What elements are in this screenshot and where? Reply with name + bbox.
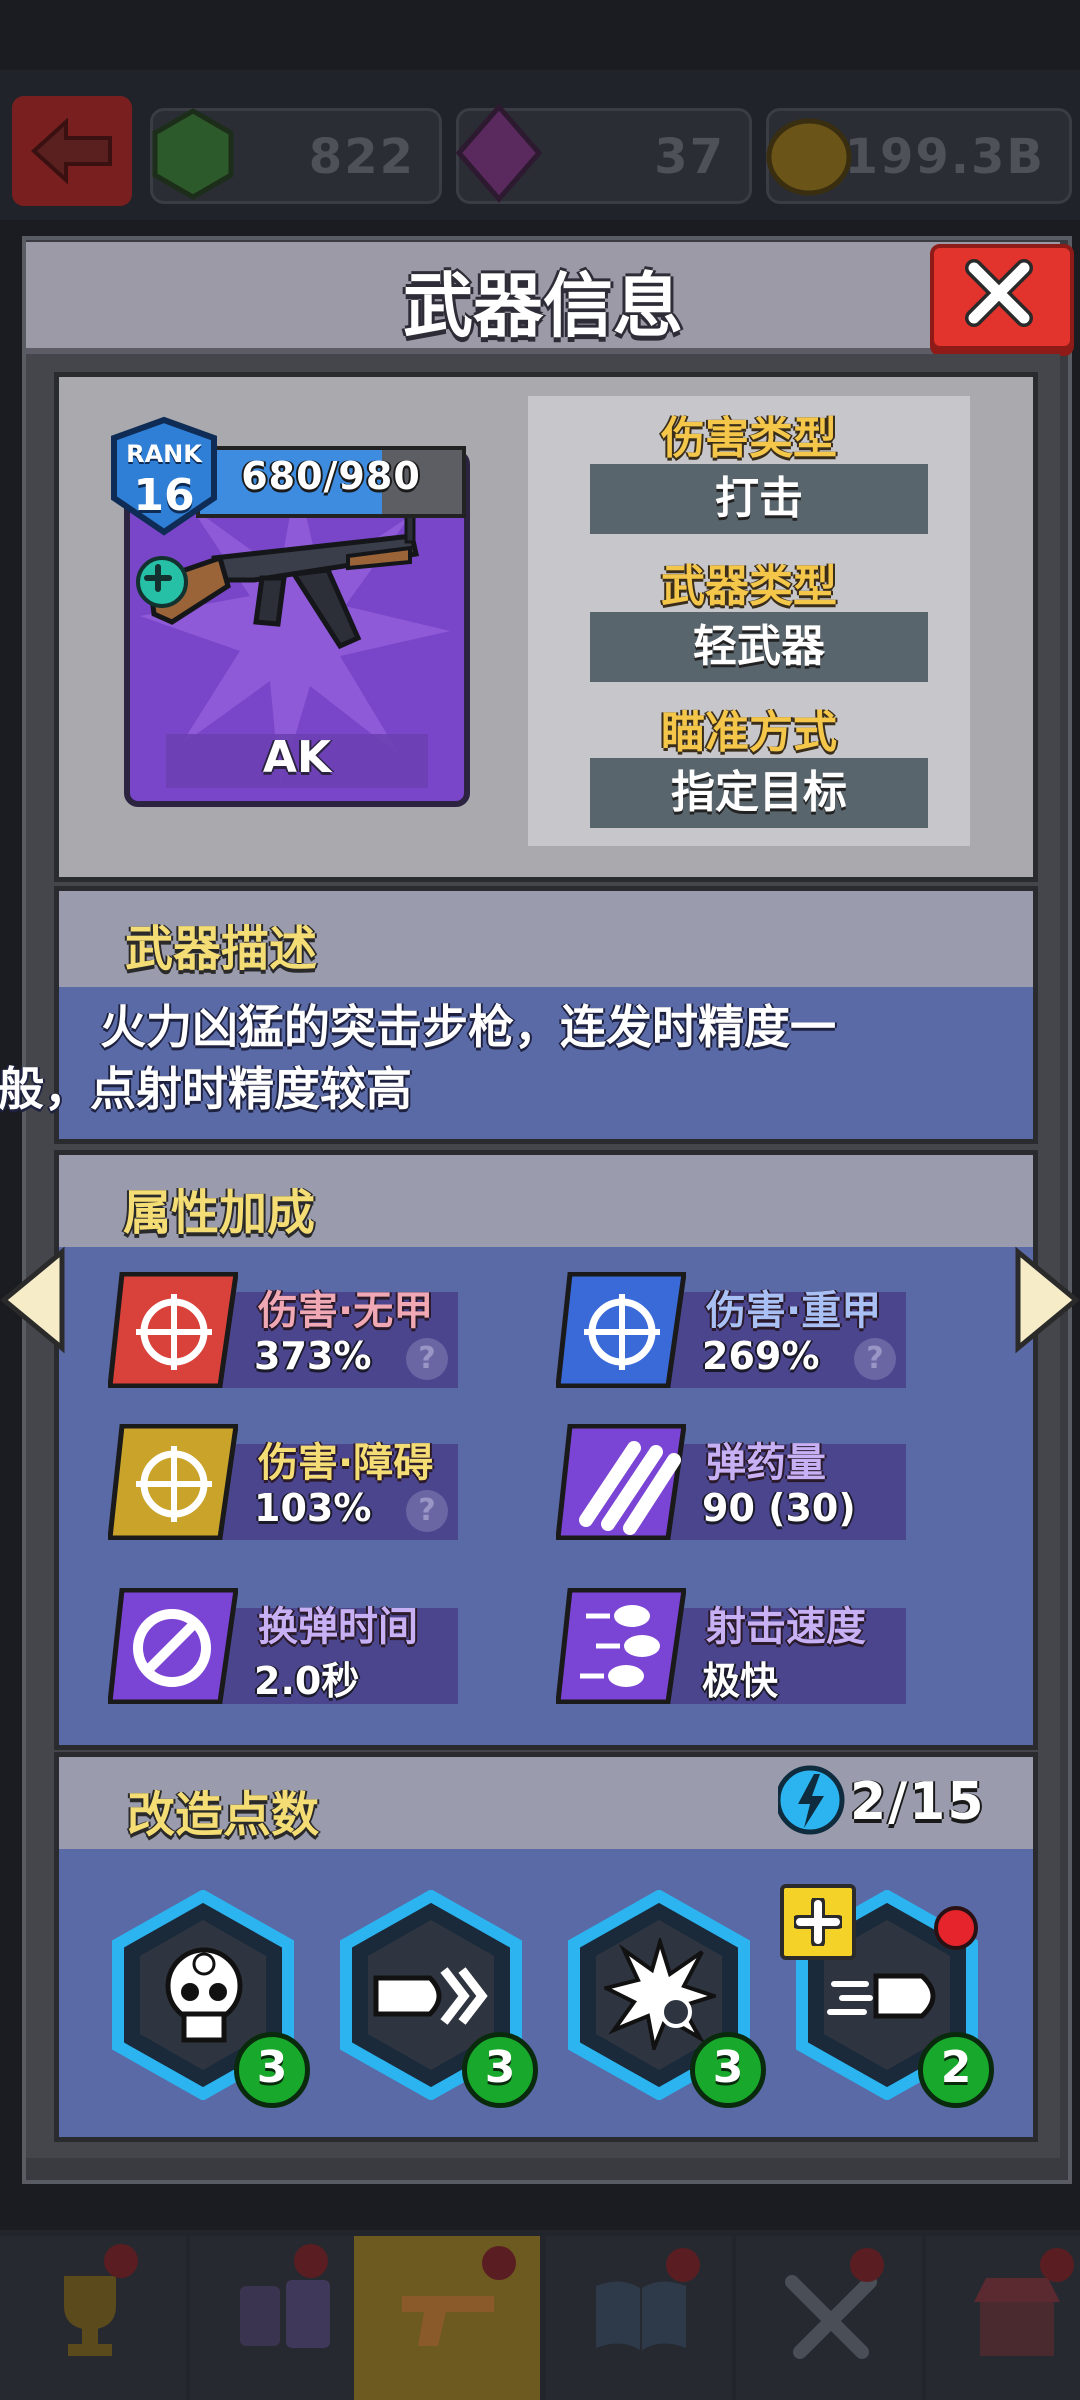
attributes-title: 属性加成 — [123, 1185, 316, 1241]
gold-counter[interactable]: 199.3B — [766, 108, 1072, 204]
stat-value: 269% — [702, 1334, 820, 1378]
stat-value: 90 (30) — [702, 1486, 856, 1530]
plus-icon — [794, 1898, 842, 1946]
stat-ammo[interactable]: 弹药量 90 (30) — [556, 1424, 916, 1540]
stat-reload-time[interactable]: 换弹时间 2.0秒 — [108, 1588, 468, 1704]
back-arrow-icon — [31, 118, 112, 184]
stat-name: 换弹时间 — [258, 1604, 418, 1650]
dialog-title: 武器信息 — [403, 265, 683, 347]
aim-mode-label: 瞄准方式 — [661, 707, 837, 758]
weapon-type-value: 轻武器 — [590, 612, 928, 682]
reload-icon — [108, 1588, 238, 1704]
stat-damage-obstacle[interactable]: 伤害·障碍 103% ? — [108, 1424, 468, 1540]
add-mod-button[interactable] — [780, 1884, 856, 1960]
close-button[interactable] — [930, 244, 1074, 350]
slot-level-badge: 3 — [234, 2032, 310, 2108]
stat-value: 2.0秒 — [254, 1659, 360, 1703]
description-title: 武器描述 — [125, 921, 318, 977]
gun-icon — [402, 2296, 494, 2346]
stat-name: 弹药量 — [706, 1440, 826, 1486]
rank-label: RANK — [126, 440, 202, 468]
slot-level-badge: 2 — [918, 2032, 994, 2108]
nav-tab-battle[interactable] — [736, 2236, 922, 2400]
damage-type-value: 打击 — [590, 464, 928, 534]
xp-text: 680/980 — [241, 454, 421, 498]
notification-dot — [482, 2246, 516, 2280]
dialog-header: 武器信息 — [26, 242, 1060, 354]
stat-name: 伤害·无甲 — [258, 1288, 434, 1334]
characters-icon — [240, 2280, 330, 2348]
fire-rate-icon — [556, 1588, 686, 1704]
green-gem-value: 822 — [308, 129, 415, 185]
stat-value: 103% — [254, 1486, 372, 1530]
plus-icon — [144, 564, 172, 592]
upgrade-plus-button[interactable] — [136, 556, 188, 608]
nav-tab-trophy[interactable] — [0, 2236, 186, 2400]
mod-slot-2[interactable]: 3 — [336, 1889, 538, 2108]
mod-slot-1[interactable]: 3 — [108, 1889, 310, 2108]
stat-value: 373% — [254, 1334, 372, 1378]
help-button[interactable]: ? — [406, 1490, 448, 1532]
notification-dot — [1040, 2248, 1074, 2282]
purple-gem-counter[interactable]: 37 — [455, 103, 752, 204]
slot-level-badge: 3 — [462, 2032, 538, 2108]
mod-slot-3[interactable]: 3 — [564, 1889, 766, 2108]
stat-name: 伤害·障碍 — [258, 1440, 434, 1486]
help-button[interactable]: ? — [406, 1338, 448, 1380]
aim-mode-value: 指定目标 — [590, 758, 928, 828]
unarmored-target-icon — [108, 1272, 238, 1388]
speed-bullet-icon — [827, 1973, 936, 2019]
help-button[interactable]: ? — [854, 1338, 896, 1380]
skull-target-icon — [165, 1947, 243, 2043]
xp-bar: 680/980 — [196, 446, 466, 518]
rank-number: 16 — [133, 470, 195, 521]
purple-gem-icon — [455, 103, 543, 203]
notification-dot — [850, 2248, 884, 2282]
description-text: 火力凶猛的突击步枪，连发时精度一般，点射时精度较高 — [0, 1000, 836, 1116]
nav-tab-characters[interactable] — [190, 2236, 376, 2400]
nav-tab-book[interactable] — [546, 2236, 732, 2400]
trophy-icon — [64, 2276, 116, 2356]
stat-name: 射击速度 — [706, 1604, 866, 1650]
stat-value: 极快 — [702, 1659, 779, 1703]
notification-dot — [104, 2244, 138, 2278]
stat-damage-unarmored[interactable]: 伤害·无甲 373% ? — [108, 1272, 468, 1388]
stat-fire-rate[interactable]: 射击速度 极快 — [556, 1588, 916, 1704]
slot-level-badge: 3 — [690, 2032, 766, 2108]
damage-type-label: 伤害类型 — [661, 413, 837, 464]
stat-name: 伤害·重甲 — [706, 1288, 882, 1334]
gold-value: 199.3B — [844, 129, 1045, 185]
back-button[interactable] — [12, 96, 132, 206]
purple-gem-value: 37 — [654, 129, 725, 185]
notification-dot — [666, 2248, 700, 2282]
notification-dot — [294, 2244, 328, 2278]
modify-points-value: 2/15 — [850, 1772, 986, 1832]
weapon-type-label: 武器类型 — [661, 561, 837, 612]
stat-damage-armored[interactable]: 伤害·重甲 269% ? — [556, 1272, 916, 1388]
weapon-name: AK — [262, 732, 332, 783]
modify-title: 改造点数 — [127, 1787, 320, 1843]
green-gem-counter[interactable]: 822 — [150, 108, 442, 204]
next-weapon-arrow[interactable] — [1014, 1246, 1080, 1354]
previous-weapon-arrow[interactable] — [0, 1246, 66, 1354]
bullet-chevron-icon — [373, 1967, 488, 2025]
notification-dot — [934, 1906, 978, 1950]
close-icon — [965, 259, 1033, 327]
ammo-icon — [556, 1424, 686, 1540]
armored-target-icon — [556, 1272, 686, 1388]
explosion-icon — [604, 1938, 716, 2050]
obstacle-target-icon — [108, 1424, 238, 1540]
green-gem-icon — [152, 108, 234, 200]
